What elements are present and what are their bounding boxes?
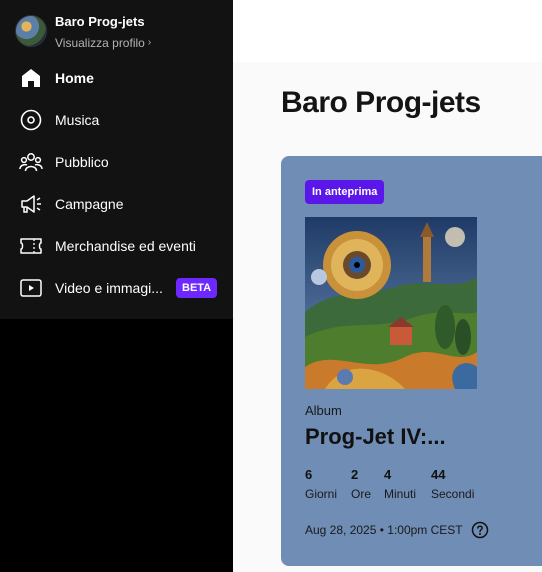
profile-text: Baro Prog-jets Visualizza profilo › [55, 14, 151, 51]
countdown-seconds-unit: Secondi [431, 487, 475, 501]
nav-item-merch-events[interactable]: Merchandise ed eventi [0, 225, 233, 267]
nav-label-merch-events: Merchandise ed eventi [55, 238, 196, 254]
preview-badge: In anteprima [305, 180, 385, 204]
countdown-hours: 2 Ore [351, 467, 376, 502]
countdown-seconds: 44 Secondi [431, 467, 474, 502]
view-profile-link[interactable]: Visualizza profilo › [55, 35, 151, 51]
nav-item-campaigns[interactable]: Campagne [0, 183, 233, 225]
countdown-minutes-unit: Minuti [384, 487, 417, 501]
sidebar-menu: Baro Prog-jets Visualizza profilo › Home… [0, 0, 233, 319]
main-nav: Home Musica Pubblico Campagne Merchandis… [0, 57, 233, 309]
nav-item-music[interactable]: Musica [0, 99, 233, 141]
video-icon [19, 276, 43, 300]
nav-label-home: Home [55, 70, 94, 86]
audience-icon [19, 150, 43, 174]
main-content: Baro Prog-jets In anteprima Album Prog-J… [233, 0, 542, 572]
countdown-days-unit: Giorni [305, 487, 338, 501]
countdown-days: 6 Giorni [305, 467, 343, 502]
release-countdown: 6 Giorni 2 Ore 4 Minuti 44 Secondi [305, 467, 482, 502]
countdown-seconds-value: 44 [431, 467, 446, 482]
top-bar [233, 0, 542, 62]
release-date: Aug 28, 2025 • 1:00pm CEST [305, 521, 489, 539]
ticket-icon [19, 234, 43, 258]
album-title[interactable]: Prog-Jet IV:... [305, 424, 446, 450]
release-card[interactable]: In anteprima Album Prog-Jet IV:... 6 Gio… [281, 156, 542, 566]
view-profile-label: Visualizza profilo [55, 36, 145, 50]
countdown-minutes: 4 Minuti [384, 467, 423, 502]
page-title: Baro Prog-jets [281, 86, 481, 119]
nav-item-audience[interactable]: Pubblico [0, 141, 233, 183]
megaphone-icon [19, 192, 43, 216]
countdown-hours-unit: Ore [351, 487, 372, 501]
nav-label-music: Musica [55, 112, 100, 128]
home-icon [19, 66, 43, 90]
countdown-minutes-value: 4 [384, 467, 392, 482]
chevron-right-icon: › [147, 37, 152, 48]
beta-badge: BETA [176, 278, 218, 298]
countdown-days-value: 6 [305, 467, 313, 482]
nav-item-home[interactable]: Home [0, 57, 233, 99]
nav-item-video-images[interactable]: Video e immagi... BETA [0, 267, 233, 309]
avatar[interactable] [15, 15, 47, 47]
album-cover-image[interactable] [305, 217, 477, 389]
nav-label-campaigns: Campagne [55, 196, 124, 212]
profile-name[interactable]: Baro Prog-jets [55, 14, 151, 30]
help-icon[interactable] [471, 521, 489, 539]
release-date-text: Aug 28, 2025 • 1:00pm CEST [305, 523, 463, 537]
countdown-hours-value: 2 [351, 467, 359, 482]
music-disc-icon [19, 108, 43, 132]
release-type: Album [305, 403, 342, 418]
profile-link[interactable]: Baro Prog-jets Visualizza profilo › [15, 14, 151, 51]
nav-label-video-images: Video e immagi... [55, 280, 163, 296]
nav-label-audience: Pubblico [55, 154, 109, 170]
